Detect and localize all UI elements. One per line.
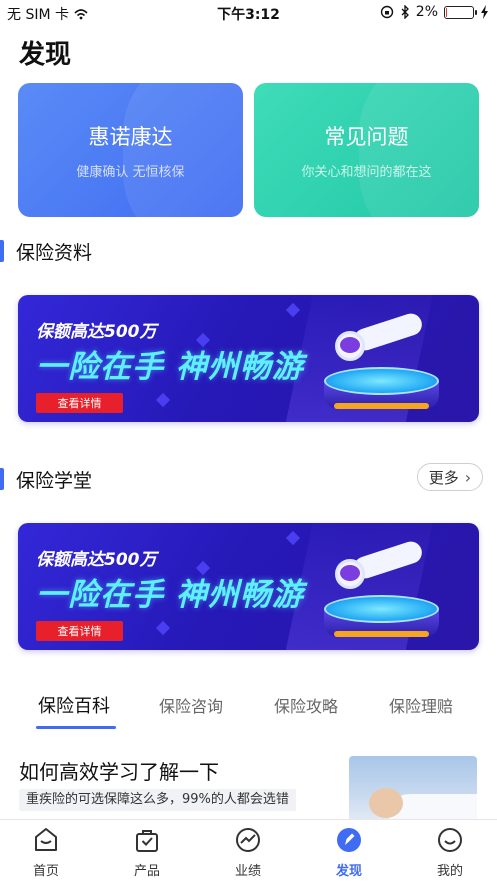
nav-item-products[interactable]: 产品 [112,826,182,879]
tab-encyclopedia[interactable]: 保险百科 [38,692,110,718]
more-label: 更多 [428,468,459,487]
section-header-materials: 保险资料 [0,238,92,264]
charging-bolt-icon [481,5,488,19]
article-thumbnail[interactable] [349,756,477,826]
promo-banner[interactable]: 保额高达500万 一险在手 神州畅游 查看详情 [18,295,479,422]
more-button[interactable]: 更多 › [417,463,483,491]
star-decoration [285,530,301,546]
astronaut-illustration [335,309,427,361]
nav-label: 产品 [133,864,160,879]
section-title: 保险资料 [16,241,93,264]
discover-compass-icon [337,828,361,852]
bottom-nav: 首页 产品 业绩 发现 我的 [0,819,497,883]
product-bag-icon [136,830,158,852]
tab-consulting[interactable]: 保险咨询 [159,693,223,717]
status-right: 2% [380,4,489,20]
view-details-button[interactable]: 查看详情 [36,393,123,413]
card-subtitle: 健康确认 无恒核保 [76,165,185,180]
platform-illustration [324,595,439,637]
active-tab-indicator [36,726,116,729]
article-title[interactable]: 如何高效学习了解一下 [19,756,219,785]
banner-slogan: 一险在手 神州畅游 [36,577,304,613]
promo-banner[interactable]: 保额高达500万 一险在手 神州畅游 查看详情 [18,523,479,650]
status-bar: 无 SIM 卡 下午3:12 2% [0,0,497,26]
star-decoration [155,392,171,408]
section-title: 保险学堂 [16,469,93,492]
section-accent-bar [0,240,4,262]
feature-card-huinuo[interactable]: 惠诺康达 健康确认 无恒核保 [18,83,243,217]
home-icon [35,828,57,851]
tab-claims[interactable]: 保险理赔 [389,693,453,717]
article-tag: 重疾险的可选保障这么多，99%的人都会选错 [19,789,296,811]
nav-label: 首页 [32,864,59,879]
card-title: 惠诺康达 [88,125,173,149]
nav-item-performance[interactable]: 业绩 [213,826,283,879]
card-subtitle: 你关心和想问的都在这 [301,165,432,180]
nav-item-home[interactable]: 首页 [11,826,81,879]
page-title: 发现 [19,40,72,70]
banner-headline: 保额高达500万 [36,550,157,570]
banner-headline: 保额高达500万 [36,322,157,342]
card-title: 常见问题 [324,125,409,149]
star-decoration [155,620,171,636]
feature-card-faq[interactable]: 常见问题 你关心和想问的都在这 [254,83,479,217]
battery-icon [444,5,477,19]
tab-strategy[interactable]: 保险攻略 [274,693,338,717]
battery-percent: 2% [415,4,438,20]
banner-slogan: 一险在手 神州畅游 [36,349,304,385]
star-decoration [285,302,301,318]
profile-icon [438,828,462,852]
bluetooth-icon [401,5,409,19]
section-accent-bar [0,468,4,490]
section-header-academy: 保险学堂 [0,466,92,492]
battery-level-fill [446,7,447,17]
category-tabs: 保险百科 保险咨询 保险攻略 保险理赔 [0,685,497,729]
nav-label: 业绩 [234,864,261,879]
platform-illustration [324,367,439,409]
nav-item-discover[interactable]: 发现 [314,826,384,879]
view-details-button[interactable]: 查看详情 [36,621,123,641]
nav-label: 我的 [436,864,463,879]
performance-chart-icon [236,828,260,852]
astronaut-illustration [335,537,427,589]
nav-label: 发现 [335,864,362,879]
orientation-lock-icon [380,5,393,19]
nav-item-profile[interactable]: 我的 [415,826,485,879]
chevron-right-icon: › [464,467,472,487]
